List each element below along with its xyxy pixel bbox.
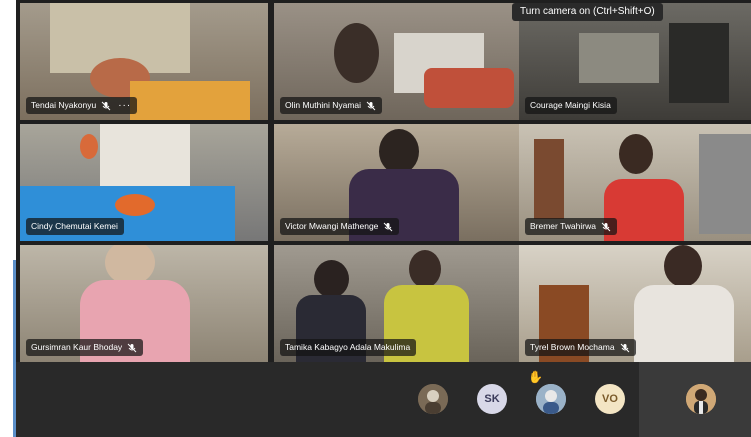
video-tile-2[interactable]: Olin Muthini Nyamai	[274, 3, 522, 120]
video-grid: Tendai Nyakonyu ··· Olin Muthini Nyamai	[16, 0, 751, 362]
user-photo-icon[interactable]	[536, 384, 566, 414]
participant-name: Cindy Chemutai Kemei	[31, 221, 118, 231]
mic-off-icon	[127, 343, 137, 353]
user-photo-icon[interactable]	[418, 384, 448, 414]
video-tile-7[interactable]: Gursimran Kaur Bhoday	[20, 245, 268, 362]
more-options-icon[interactable]: ···	[118, 97, 131, 114]
participant-name: Bremer Twahirwa	[530, 221, 596, 231]
video-feed-shape	[579, 33, 659, 83]
participant-name: Tendai Nyakonyu	[31, 100, 97, 110]
meeting-window: Tendai Nyakonyu ··· Olin Muthini Nyamai	[16, 0, 751, 437]
participant-name-chip: Gursimran Kaur Bhoday	[26, 339, 144, 356]
video-tile-6[interactable]: Bremer Twahirwa	[519, 124, 751, 241]
video-feed-shape	[664, 245, 702, 287]
participant-name-chip: Victor Mwangi Mathenge	[280, 218, 400, 235]
video-feed-shape	[130, 81, 250, 120]
participant-name-chip: Tamika Kabagyo Adala Makulima	[280, 339, 417, 356]
video-tile-4[interactable]: Cindy Chemutai Kemei	[20, 124, 268, 241]
avatar-vo[interactable]: VO	[595, 384, 625, 414]
video-feed-shape	[80, 134, 98, 159]
participant-name: Victor Mwangi Mathenge	[285, 221, 379, 231]
video-feed-shape	[409, 250, 441, 288]
self-avatar-icon[interactable]	[686, 384, 716, 414]
video-feed-shape	[115, 194, 155, 216]
participant-name-chip: Olin Muthini Nyamai	[280, 97, 383, 114]
video-feed-shape	[634, 285, 734, 362]
video-feed-shape	[334, 23, 379, 83]
mic-off-icon	[366, 101, 376, 111]
video-feed-shape	[424, 68, 514, 108]
mic-off-icon	[620, 343, 630, 353]
video-feed-shape	[314, 260, 349, 298]
participant-name: Tyrel Brown Mochama	[530, 342, 615, 352]
participant-name-chip: Cindy Chemutai Kemei	[26, 218, 124, 235]
video-tile-5[interactable]: Victor Mwangi Mathenge	[274, 124, 522, 241]
raised-hand-icon: ✋	[528, 370, 543, 384]
participant-name: Olin Muthini Nyamai	[285, 100, 362, 110]
avatar-initials: SK	[484, 393, 500, 405]
video-tile-1[interactable]: Tendai Nyakonyu ···	[20, 3, 268, 120]
mic-off-icon	[383, 222, 393, 232]
video-tile-8[interactable]: Tamika Kabagyo Adala Makulima	[274, 245, 522, 362]
video-feed-shape	[619, 134, 653, 174]
mic-off-icon	[601, 222, 611, 232]
video-feed-shape	[100, 124, 190, 194]
participant-name: Courage Maingi Kisia	[530, 100, 611, 110]
left-edge	[0, 0, 16, 437]
avatar-sk[interactable]: SK	[477, 384, 507, 414]
self-view-panel	[639, 362, 751, 437]
video-tile-9[interactable]: Tyrel Brown Mochama	[519, 245, 751, 362]
video-feed-shape	[534, 139, 564, 219]
participant-name-chip: Tendai Nyakonyu ···	[26, 97, 138, 114]
participant-name: Gursimran Kaur Bhoday	[31, 342, 123, 352]
video-feed-shape	[699, 134, 751, 234]
participant-name-chip: Bremer Twahirwa	[525, 218, 617, 235]
participant-roster-bar: SK ✋ VO	[16, 362, 751, 437]
camera-tooltip: Turn camera on (Ctrl+Shift+O)	[512, 3, 663, 21]
video-feed-shape	[669, 23, 729, 103]
avatar-initials: VO	[602, 393, 618, 405]
participant-name-chip: Courage Maingi Kisia	[525, 97, 617, 114]
video-feed-shape	[379, 129, 419, 174]
mic-off-icon	[101, 101, 111, 111]
participant-name-chip: Tyrel Brown Mochama	[525, 339, 636, 356]
participant-name: Tamika Kabagyo Adala Makulima	[285, 342, 411, 352]
